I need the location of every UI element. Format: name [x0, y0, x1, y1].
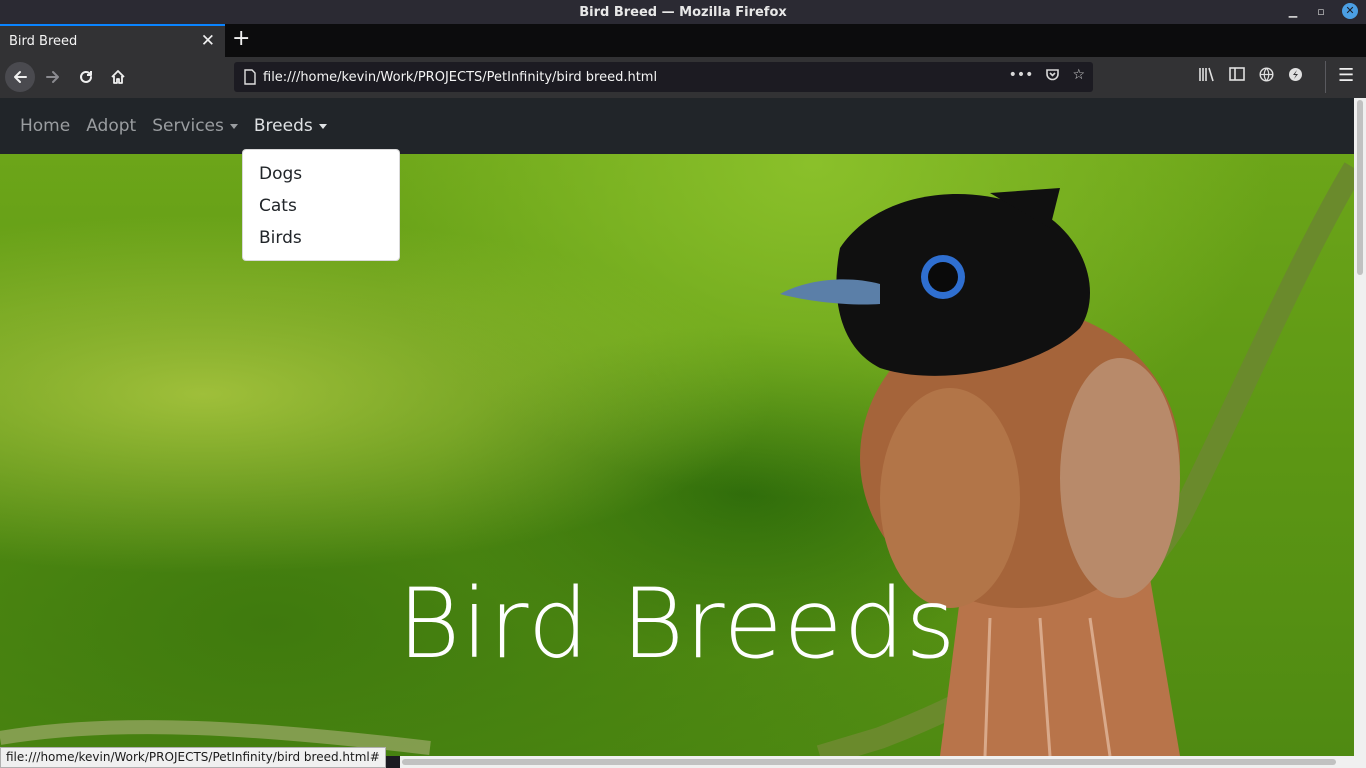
window-titlebar: Bird Breed — Mozilla Firefox ▁ ▫ ✕	[0, 0, 1366, 24]
site-navbar: Home Adopt Services Breeds	[0, 98, 1354, 154]
hero-title: Bird Breeds	[397, 568, 957, 680]
breeds-dropdown-menu: Dogs Cats Birds	[242, 149, 400, 261]
globe-icon[interactable]	[1259, 67, 1274, 86]
tab-strip: Bird Breed ✕ +	[0, 24, 1366, 57]
forward-arrow-icon[interactable]	[39, 63, 67, 91]
horizontal-scrollbar-thumb[interactable]	[402, 759, 1336, 765]
page-icon	[244, 69, 256, 85]
nav-link-adopt[interactable]: Adopt	[86, 116, 136, 136]
url-bar[interactable]: file:///home/kevin/Work/PROJECTS/PetInfi…	[234, 62, 1093, 92]
restore-icon[interactable]: ▫	[1314, 5, 1328, 18]
tab-close-icon[interactable]: ✕	[201, 31, 215, 51]
url-actions: ••• ☆	[1009, 67, 1085, 86]
nav-dropdown-services[interactable]: Services	[152, 116, 238, 136]
reload-icon[interactable]	[72, 63, 100, 91]
tab-label: Bird Breed	[9, 34, 78, 49]
library-icon[interactable]	[1198, 67, 1215, 86]
bookmark-star-icon[interactable]: ☆	[1072, 67, 1085, 86]
home-icon[interactable]	[104, 63, 132, 91]
horizontal-scrollbar[interactable]	[400, 756, 1354, 768]
toolbar-separator	[1325, 61, 1326, 93]
dropdown-item-cats[interactable]: Cats	[243, 190, 399, 222]
back-arrow-icon[interactable]	[5, 62, 35, 92]
dropdown-item-dogs[interactable]: Dogs	[243, 158, 399, 190]
nav-dropdown-breeds[interactable]: Breeds	[254, 116, 327, 136]
toolbar-right	[1198, 67, 1303, 86]
caret-down-icon	[229, 123, 238, 129]
minimize-icon[interactable]: ▁	[1286, 5, 1300, 18]
page-actions-icon[interactable]: •••	[1009, 67, 1034, 86]
dropdown-item-birds[interactable]: Birds	[243, 222, 399, 254]
nav-toolbar: file:///home/kevin/Work/PROJECTS/PetInfi…	[0, 57, 1366, 98]
caret-down-icon	[318, 123, 327, 129]
window-controls: ▁ ▫ ✕	[1286, 3, 1358, 19]
tab-bird-breed[interactable]: Bird Breed ✕	[0, 24, 225, 57]
scrollbar-thumb[interactable]	[1357, 100, 1363, 275]
close-icon[interactable]: ✕	[1342, 3, 1358, 19]
nav-breeds-label: Breeds	[253, 116, 313, 136]
pocket-icon[interactable]	[1045, 67, 1060, 86]
new-tab-icon[interactable]: +	[232, 27, 250, 51]
url-text[interactable]: file:///home/kevin/Work/PROJECTS/PetInfi…	[263, 70, 657, 85]
nav-services-label: Services	[152, 116, 224, 136]
nav-link-home[interactable]: Home	[20, 116, 70, 136]
hamburger-menu-icon[interactable]: ☰	[1338, 65, 1354, 86]
sidebar-icon[interactable]	[1229, 67, 1245, 86]
window-title: Bird Breed — Mozilla Firefox	[579, 4, 787, 20]
status-bar: file:///home/kevin/Work/PROJECTS/PetInfi…	[0, 747, 386, 768]
vertical-scrollbar[interactable]	[1354, 98, 1366, 768]
extension-icon[interactable]	[1288, 67, 1303, 86]
page-viewport: Bird Breeds	[0, 98, 1354, 756]
